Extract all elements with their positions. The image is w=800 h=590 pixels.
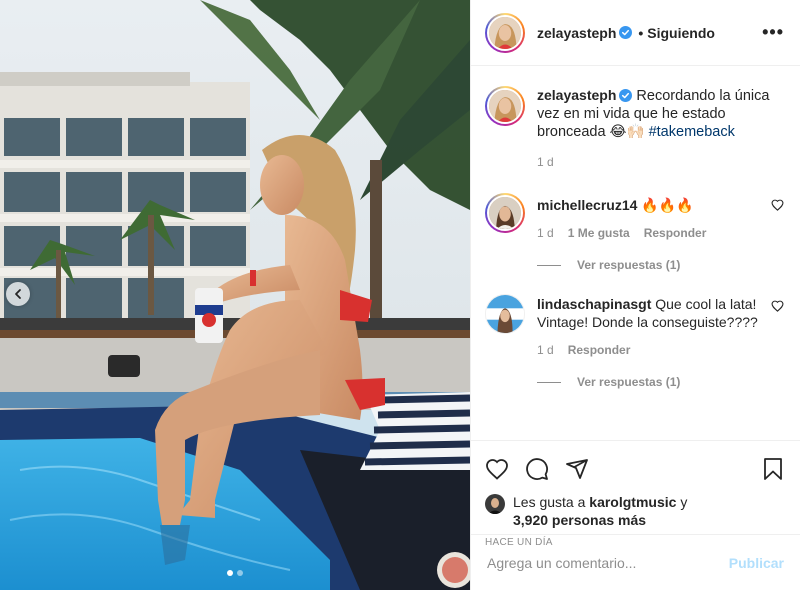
comment-item: lindaschapinasgt Que cool la lata! Vinta… [485,294,784,357]
verified-badge-icon [619,26,633,39]
comment-username[interactable]: michellecruz14 [537,197,637,213]
comment-time[interactable]: 1 d [537,226,554,240]
replies-divider [537,264,561,266]
comment-reply-button[interactable]: Responder [568,343,631,357]
comment-item: michellecruz14 🔥🔥🔥 1 d 1 Me gusta Respon… [485,193,784,240]
likes-prefix: Les gusta a [513,494,586,510]
commenter-avatar[interactable] [485,193,525,233]
caption-avatar-image [489,90,521,122]
caption-username[interactable]: zelayasteph [537,87,616,103]
likes-summary: Les gusta a karolgtmusic y 3,920 persona… [485,493,784,529]
pool-scene-image [0,0,470,590]
bookmark-icon[interactable] [762,457,784,481]
comment-icon[interactable] [525,457,549,481]
commenter-avatar-image [486,295,524,333]
verified-badge-icon [619,89,633,102]
post-caption: zelayasteph Recordando la única vez en m… [485,86,784,169]
comment-time[interactable]: 1 d [537,343,554,357]
comment-like-heart-icon[interactable] [771,300,784,312]
liker-username[interactable]: karolgtmusic [589,494,676,510]
following-button[interactable]: Siguiendo [647,25,715,41]
commenter-avatar-image [489,197,521,229]
comment-username[interactable]: lindaschapinasgt [537,296,651,312]
post-side-panel: zelayasteph • Siguiendo ••• zelayasteph … [470,0,800,590]
liker-avatar[interactable] [485,494,505,514]
header-separator: • [638,24,644,41]
comment-like-heart-icon[interactable] [771,199,784,211]
instagram-post: zelayasteph • Siguiendo ••• zelayasteph … [0,0,800,590]
comment-reply-button[interactable]: Responder [644,226,707,240]
caption-text-block: zelayasteph Recordando la única vez en m… [537,86,784,141]
view-replies-button[interactable]: Ver respuestas (1) [537,375,784,389]
post-photo[interactable] [0,0,470,590]
likes-others-count[interactable]: 3,920 personas más [513,512,646,528]
replies-divider [537,381,561,383]
carousel-dot [237,570,243,576]
author-avatar-image [489,16,521,49]
caption-time[interactable]: 1 d [537,155,554,169]
comment-text: 🔥🔥🔥 [641,197,694,213]
caption-hashtag[interactable]: #takemeback [649,124,735,140]
view-replies-label: Ver respuestas (1) [577,375,681,389]
author-avatar[interactable] [485,12,525,53]
heart-icon[interactable] [485,458,509,480]
liker-avatar-image [485,494,505,514]
more-options-icon[interactable]: ••• [762,22,784,43]
view-replies-label: Ver respuestas (1) [577,258,681,272]
post-header: zelayasteph • Siguiendo ••• [471,0,800,66]
carousel-dot-active [227,570,233,576]
view-replies-button[interactable]: Ver respuestas (1) [537,258,784,272]
publish-button[interactable]: Publicar [729,555,784,571]
paper-plane-icon[interactable] [565,457,589,481]
comment-input[interactable] [487,554,729,571]
carousel-indicator [0,570,470,576]
author-username[interactable]: zelayasteph [537,25,616,41]
caption-author-avatar[interactable] [485,86,525,126]
comment-likes-count[interactable]: 1 Me gusta [568,226,630,240]
chevron-left-icon [15,289,21,299]
likes-and: y [680,494,688,510]
comments-list: zelayasteph Recordando la única vez en m… [471,66,800,440]
add-comment-bar: Publicar [471,534,800,590]
carousel-prev-button[interactable] [6,282,30,306]
commenter-avatar[interactable] [485,294,525,334]
